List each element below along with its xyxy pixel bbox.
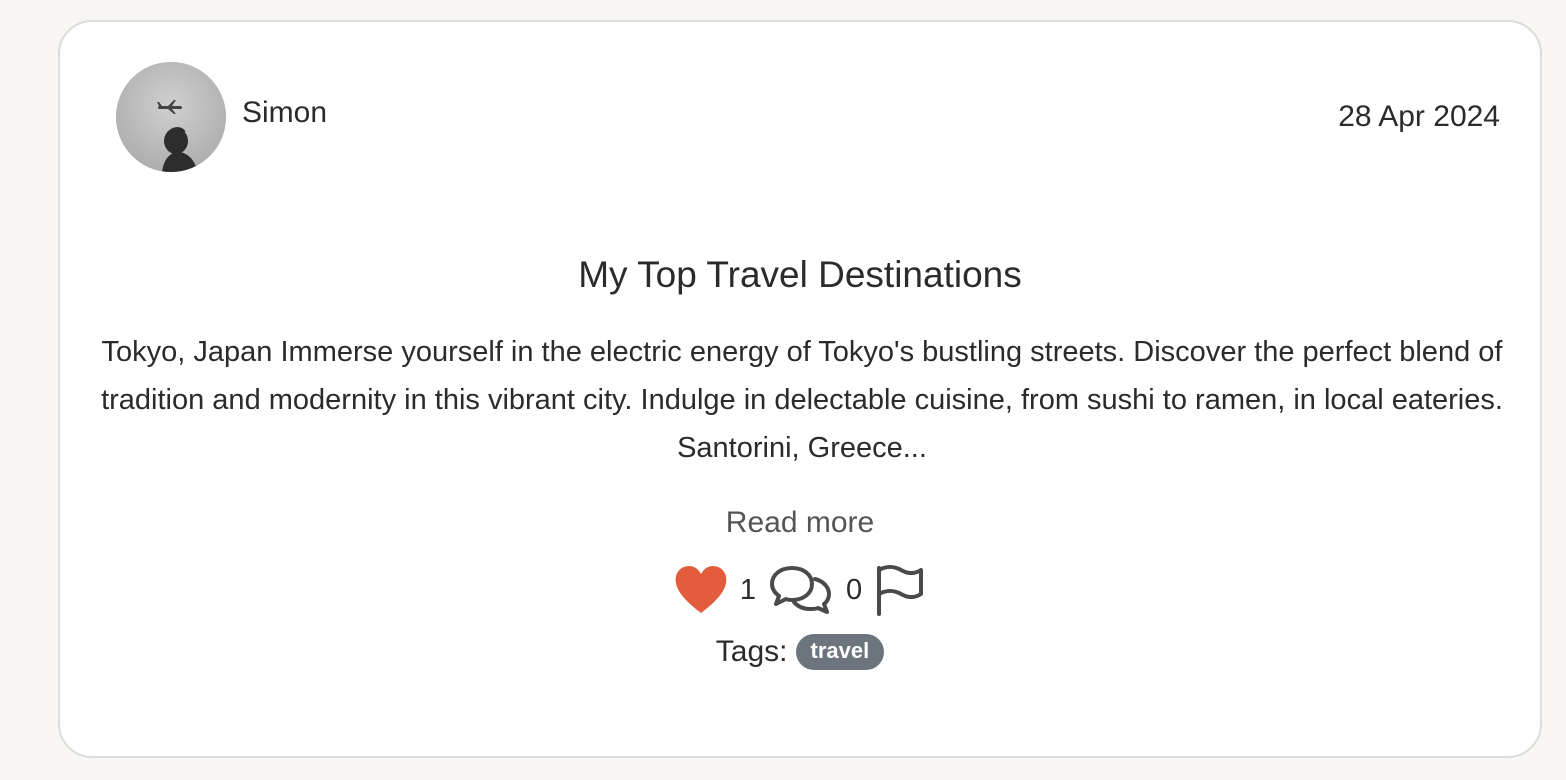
- read-more-link[interactable]: Read more: [60, 506, 1540, 540]
- post-card: Simon 28 Apr 2024 My Top Travel Destinat…: [58, 20, 1542, 758]
- post-excerpt: Tokyo, Japan Immerse yourself in the ele…: [101, 336, 1503, 464]
- author-name[interactable]: Simon: [242, 96, 327, 130]
- tags-label: Tags:: [715, 635, 788, 668]
- comments-icon[interactable]: [768, 564, 834, 616]
- post-actions: 1 0: [60, 562, 1540, 618]
- like-count: 1: [739, 573, 756, 606]
- post-title[interactable]: My Top Travel Destinations: [60, 254, 1540, 296]
- flag-icon[interactable]: [874, 564, 926, 616]
- author-avatar[interactable]: [116, 62, 226, 172]
- comment-count: 0: [846, 573, 863, 606]
- tags-row: Tags: travel: [60, 634, 1540, 670]
- heart-icon[interactable]: [674, 565, 728, 615]
- post-date: 28 Apr 2024: [1338, 100, 1500, 133]
- tag-badge[interactable]: travel: [795, 634, 885, 670]
- avatar-image: [116, 62, 226, 172]
